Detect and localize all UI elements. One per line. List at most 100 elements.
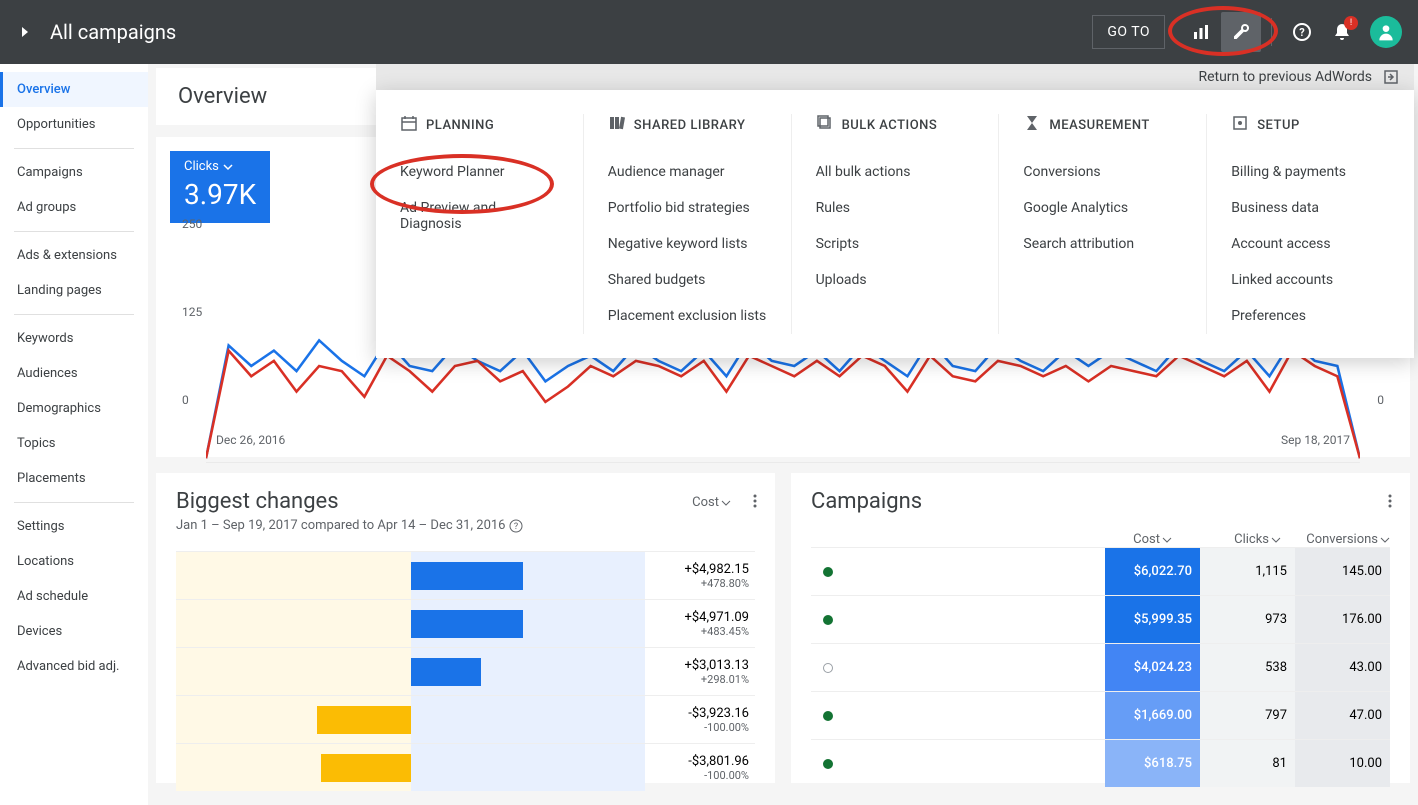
- tools-menu-item[interactable]: Business data: [1231, 190, 1390, 226]
- table-row[interactable]: $618.758110.00: [811, 739, 1390, 787]
- change-value: -$3,801.96: [645, 754, 749, 769]
- sort-label: Cost: [692, 495, 719, 510]
- tools-menu-item[interactable]: Google Analytics: [1023, 190, 1182, 226]
- sidebar-item[interactable]: Audiences: [0, 356, 148, 391]
- sidebar-item[interactable]: Topics: [0, 426, 148, 461]
- cell-clicks: 1,115: [1200, 548, 1295, 595]
- sidebar-item[interactable]: Landing pages: [0, 273, 148, 308]
- avatar[interactable]: [1370, 16, 1402, 48]
- tools-column-header: SETUP: [1231, 114, 1390, 136]
- svg-text:?: ?: [514, 522, 518, 532]
- sidebar-item[interactable]: Locations: [0, 544, 148, 579]
- tools-menu-item[interactable]: Audience manager: [608, 154, 767, 190]
- y-tick: 250: [182, 217, 202, 231]
- table-row[interactable]: $1,669.0079747.00: [811, 691, 1390, 739]
- tools-dropdown: PLANNING Keyword PlannerAd Preview and Di…: [376, 90, 1414, 358]
- cell-clicks: 538: [1200, 644, 1295, 691]
- library-icon: [608, 114, 626, 136]
- tools-menu-item[interactable]: Billing & payments: [1231, 154, 1390, 190]
- calendar-icon: [400, 114, 418, 136]
- return-link[interactable]: Return to previous AdWords: [1198, 69, 1372, 85]
- biggest-changes-card: Biggest changes Jan 1 – Sep 19, 2017 com…: [156, 473, 775, 783]
- divider: [14, 314, 134, 315]
- change-value: +$3,013.13: [645, 658, 749, 673]
- card-menu-icon[interactable]: [1382, 493, 1398, 513]
- tools-menu-item[interactable]: Scripts: [816, 226, 975, 262]
- notifications-icon[interactable]: !: [1322, 12, 1362, 52]
- sidebar-item[interactable]: Advanced bid adj.: [0, 649, 148, 684]
- cell-conversions: 10.00: [1295, 740, 1390, 787]
- table-row[interactable]: +$4,971.09+483.45%: [176, 599, 755, 647]
- tools-column: SETUP Billing & paymentsBusiness dataAcco…: [1207, 114, 1414, 334]
- notification-badge: !: [1344, 16, 1358, 30]
- goto-button[interactable]: GO TO: [1092, 15, 1165, 49]
- table-row[interactable]: $5,999.35973176.00: [811, 595, 1390, 643]
- divider: [14, 148, 134, 149]
- change-bar: [317, 706, 411, 734]
- status-dot: [823, 615, 833, 625]
- tools-menu-item[interactable]: Rules: [816, 190, 975, 226]
- help-icon[interactable]: ?: [1282, 12, 1322, 52]
- table-row[interactable]: $4,024.2353843.00: [811, 643, 1390, 691]
- table-row[interactable]: +$4,982.15+478.80%: [176, 551, 755, 599]
- table-row[interactable]: +$3,013.13+298.01%: [176, 647, 755, 695]
- reports-icon[interactable]: [1181, 12, 1221, 52]
- cell-cost: $4,024.23: [1105, 644, 1200, 691]
- sidebar-item[interactable]: Ad groups: [0, 190, 148, 225]
- sidebar-item[interactable]: Demographics: [0, 391, 148, 426]
- tools-menu-item[interactable]: Uploads: [816, 262, 975, 298]
- tools-column-header: PLANNING: [400, 114, 559, 136]
- change-bar: [411, 658, 481, 686]
- tools-menu-item[interactable]: Shared budgets: [608, 262, 767, 298]
- expand-nav-button[interactable]: [16, 20, 34, 44]
- sidebar-item[interactable]: Ad schedule: [0, 579, 148, 614]
- tools-menu-item[interactable]: Preferences: [1231, 298, 1390, 334]
- change-value: -$3,923.16: [645, 706, 749, 721]
- tools-column-header: MEASUREMENT: [1023, 114, 1182, 136]
- tools-menu-item[interactable]: Keyword Planner: [400, 154, 559, 190]
- info-icon[interactable]: ?: [509, 519, 523, 533]
- tools-menu-item[interactable]: Ad Preview and Diagnosis: [400, 190, 559, 242]
- cell-conversions: 47.00: [1295, 692, 1390, 739]
- tools-menu-item[interactable]: Account access: [1231, 226, 1390, 262]
- page-scope-title: All campaigns: [50, 20, 1092, 44]
- tools-menu-item[interactable]: Conversions: [1023, 154, 1182, 190]
- divider: [14, 231, 134, 232]
- tools-menu-item[interactable]: All bulk actions: [816, 154, 975, 190]
- cell-clicks: 973: [1200, 596, 1295, 643]
- tools-menu-item[interactable]: Portfolio bid strategies: [608, 190, 767, 226]
- change-pct: -100.00%: [645, 721, 749, 734]
- tools-icon[interactable]: [1221, 12, 1261, 52]
- y-tick-right: 0: [1377, 393, 1384, 407]
- tools-menu-item[interactable]: Linked accounts: [1231, 262, 1390, 298]
- table-row[interactable]: $6,022.701,115145.00: [811, 547, 1390, 595]
- card-title: Campaigns: [811, 489, 1390, 514]
- sidebar-item[interactable]: Keywords: [0, 321, 148, 356]
- sidebar-item[interactable]: Ads & extensions: [0, 238, 148, 273]
- y-tick: 125: [182, 305, 202, 319]
- metric-label: Clicks: [184, 159, 219, 174]
- tools-menu-item[interactable]: Search attribution: [1023, 226, 1182, 262]
- sidebar-item[interactable]: Opportunities: [0, 107, 148, 142]
- change-pct: -100.00%: [645, 769, 749, 782]
- sidebar-item[interactable]: Overview: [0, 72, 148, 107]
- tools-menu-item[interactable]: Placement exclusion lists: [608, 298, 767, 334]
- card-menu-icon[interactable]: [747, 493, 763, 513]
- cell-conversions: 145.00: [1295, 548, 1390, 595]
- change-value: +$4,971.09: [645, 610, 749, 625]
- column-header[interactable]: Clicks: [1186, 532, 1281, 547]
- cell-cost: $618.75: [1105, 740, 1200, 787]
- sidebar-item[interactable]: Devices: [0, 614, 148, 649]
- tools-column-header: SHARED LIBRARY: [608, 114, 767, 136]
- sidebar-item[interactable]: Campaigns: [0, 155, 148, 190]
- sidebar-item[interactable]: Settings: [0, 509, 148, 544]
- column-header[interactable]: Conversions: [1295, 532, 1390, 547]
- table-row[interactable]: -$3,801.96-100.00%: [176, 743, 755, 791]
- table-row[interactable]: -$3,923.16-100.00%: [176, 695, 755, 743]
- sort-dropdown[interactable]: Cost: [692, 495, 731, 510]
- sidebar-item[interactable]: Placements: [0, 461, 148, 496]
- tools-menu-item[interactable]: Negative keyword lists: [608, 226, 767, 262]
- tools-column: PLANNING Keyword PlannerAd Preview and Di…: [376, 114, 584, 334]
- column-header[interactable]: Cost: [1077, 532, 1172, 547]
- divider: [14, 502, 134, 503]
